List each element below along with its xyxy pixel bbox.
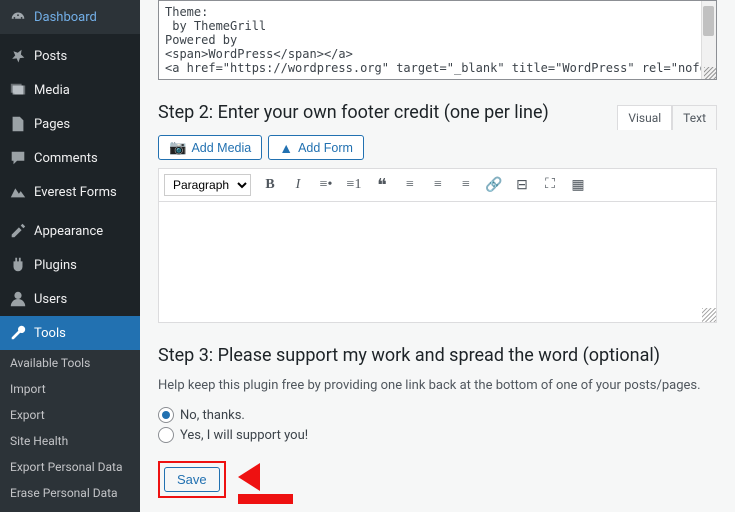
tools-submenu: Available Tools Import Export Site Healt… [0, 350, 140, 512]
sidebar-item-tools[interactable]: Tools [0, 316, 140, 350]
editor-toolbar: Paragraph B I ≡• ≡1 ❝ ≡ ≡ ≡ 🔗 ⊟ ⛶ ▦ [159, 169, 716, 202]
camera-icon: 📷 [169, 139, 186, 156]
sidebar-item-posts[interactable]: Posts [0, 39, 140, 73]
main-content: Theme: by ThemeGrill Powered by <span>Wo… [140, 0, 735, 512]
highlight-box: Save [158, 461, 226, 498]
radio-label: Yes, I will support you! [180, 428, 308, 443]
step3-description: Help keep this plugin free by providing … [158, 378, 717, 393]
admin-sidebar: Dashboard Posts Media Pages Comments Eve… [0, 0, 140, 512]
fullscreen-icon[interactable]: ⛶ [537, 172, 563, 198]
radio-no-thanks[interactable]: No, thanks. [158, 407, 717, 423]
step1-textarea[interactable]: Theme: by ThemeGrill Powered by <span>Wo… [158, 0, 717, 80]
users-icon [8, 289, 28, 309]
sub-available-tools[interactable]: Available Tools [0, 350, 140, 376]
sub-remove-footer[interactable]: Remove Footer Credit [0, 506, 140, 512]
align-center-icon[interactable]: ≡ [425, 172, 451, 198]
sidebar-item-pages[interactable]: Pages [0, 107, 140, 141]
sub-export-personal[interactable]: Export Personal Data [0, 454, 140, 480]
radio-icon[interactable] [158, 427, 174, 443]
plugins-icon [8, 255, 28, 275]
dashboard-icon [8, 7, 28, 27]
code-content: Theme: by ThemeGrill Powered by <span>Wo… [165, 5, 717, 75]
align-left-icon[interactable]: ≡ [397, 172, 423, 198]
radio-label: No, thanks. [180, 408, 245, 423]
sidebar-label: Posts [34, 49, 67, 64]
sidebar-label: Dashboard [34, 10, 97, 25]
sidebar-item-comments[interactable]: Comments [0, 141, 140, 175]
sidebar-item-media[interactable]: Media [0, 73, 140, 107]
sidebar-item-appearance[interactable]: Appearance [0, 214, 140, 248]
tab-visual[interactable]: Visual [617, 105, 672, 130]
sidebar-item-plugins[interactable]: Plugins [0, 248, 140, 282]
radio-icon[interactable] [158, 407, 174, 423]
sidebar-item-users[interactable]: Users [0, 282, 140, 316]
link-icon[interactable]: 🔗 [481, 172, 507, 198]
sidebar-label: Appearance [34, 224, 103, 239]
pin-icon [8, 46, 28, 66]
comments-icon [8, 148, 28, 168]
editor-textarea[interactable] [159, 202, 716, 322]
align-right-icon[interactable]: ≡ [453, 172, 479, 198]
readmore-icon[interactable]: ⊟ [509, 172, 535, 198]
form-icon: ▲ [279, 140, 293, 156]
everest-icon [8, 182, 28, 202]
add-form-button[interactable]: ▲ Add Form [268, 135, 364, 160]
tab-text[interactable]: Text [672, 105, 717, 130]
sidebar-label: Everest Forms [34, 185, 117, 200]
media-btn-label: Add Media [191, 141, 251, 155]
bold-icon[interactable]: B [257, 172, 283, 198]
sidebar-label: Comments [34, 151, 98, 166]
quote-icon[interactable]: ❝ [369, 172, 395, 198]
sidebar-label: Pages [34, 117, 70, 132]
sidebar-item-everest[interactable]: Everest Forms [0, 175, 140, 209]
sub-erase-personal[interactable]: Erase Personal Data [0, 480, 140, 506]
format-select[interactable]: Paragraph [164, 174, 251, 196]
wysiwyg-editor: Paragraph B I ≡• ≡1 ❝ ≡ ≡ ≡ 🔗 ⊟ ⛶ ▦ [158, 168, 717, 323]
pages-icon [8, 114, 28, 134]
annotation-arrow [238, 463, 293, 506]
sub-site-health[interactable]: Site Health [0, 428, 140, 454]
toolbar-toggle-icon[interactable]: ▦ [565, 172, 591, 198]
sidebar-item-dashboard[interactable]: Dashboard [0, 0, 140, 34]
step3-heading: Step 3: Please support my work and sprea… [158, 345, 717, 366]
save-button[interactable]: Save [164, 467, 220, 492]
tools-icon [8, 323, 28, 343]
appearance-icon [8, 221, 28, 241]
bullet-list-icon[interactable]: ≡• [313, 172, 339, 198]
sidebar-label: Tools [34, 326, 66, 341]
sidebar-label: Users [34, 292, 67, 307]
add-media-button[interactable]: 📷 Add Media [158, 135, 262, 160]
editor-resize-handle[interactable] [702, 308, 716, 322]
radio-yes-support[interactable]: Yes, I will support you! [158, 427, 717, 443]
sub-export[interactable]: Export [0, 402, 140, 428]
number-list-icon[interactable]: ≡1 [341, 172, 367, 198]
form-btn-label: Add Form [298, 141, 353, 155]
sub-import[interactable]: Import [0, 376, 140, 402]
sidebar-label: Plugins [34, 258, 77, 273]
italic-icon[interactable]: I [285, 172, 311, 198]
sidebar-label: Media [34, 83, 70, 98]
resize-handle[interactable] [704, 67, 716, 79]
media-icon [8, 80, 28, 100]
